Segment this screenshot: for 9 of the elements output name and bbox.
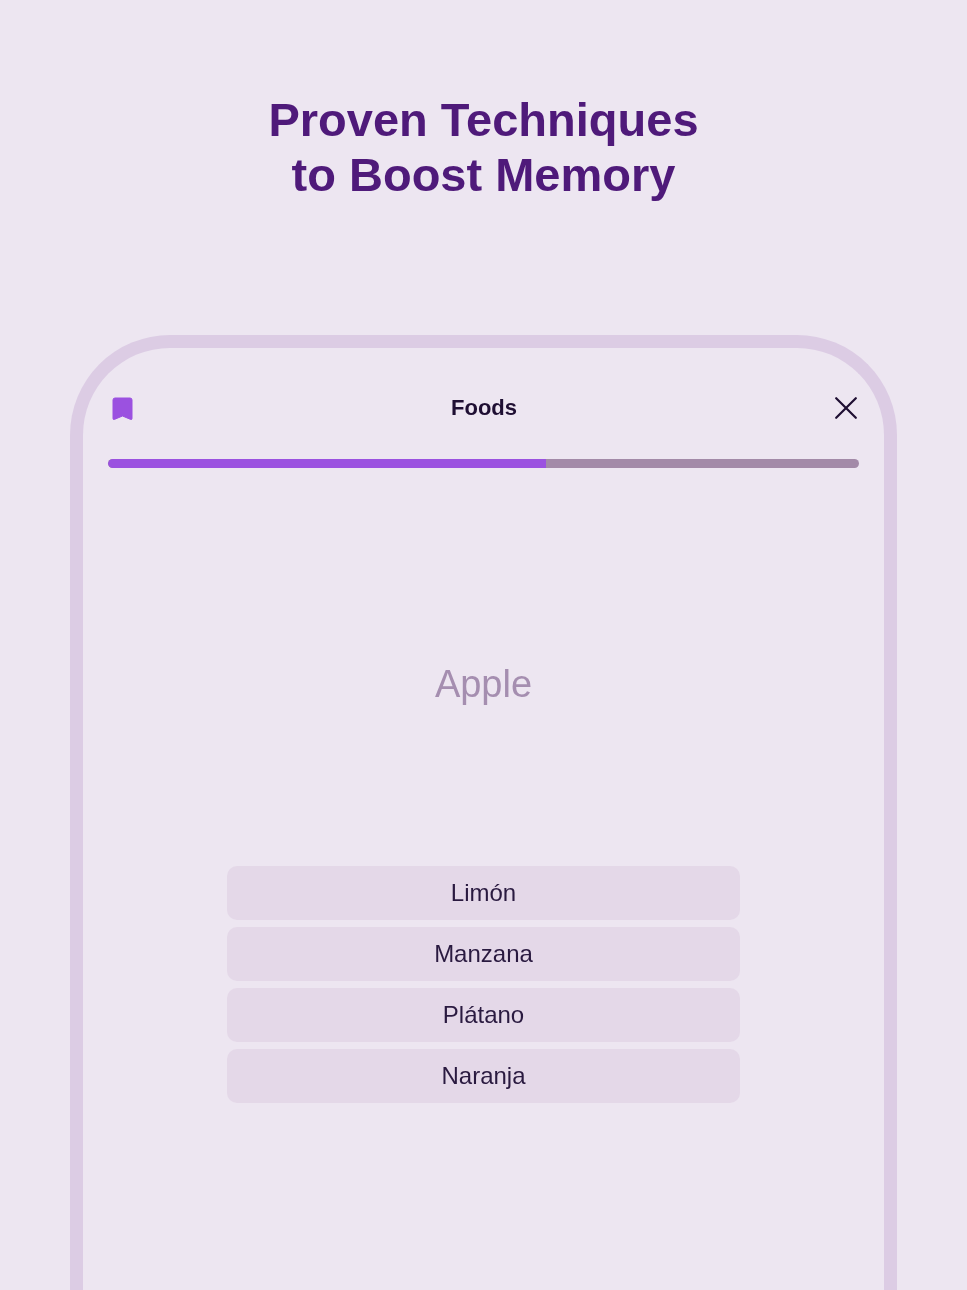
prompt-word: Apple [434,662,533,706]
answer-option[interactable]: Naranja [227,1049,740,1103]
answer-option[interactable]: Manzana [227,927,740,981]
close-icon[interactable] [835,397,857,419]
deck-title: Foods [451,395,517,421]
answer-option[interactable]: Plátano [227,988,740,1042]
bookmark-icon[interactable] [112,396,133,420]
page-heading: Proven Techniques to Boost Memory [267,92,700,202]
answer-option[interactable]: Limón [227,866,740,920]
